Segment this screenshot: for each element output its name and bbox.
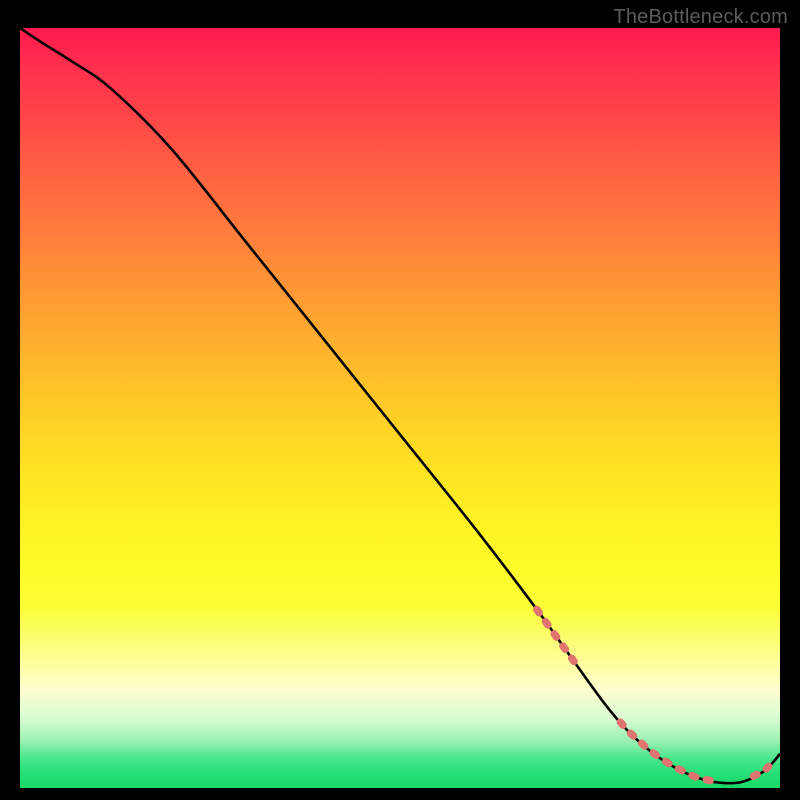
watermark-text: TheBottleneck.com — [613, 6, 788, 29]
chart-stage: TheBottleneck.com — [0, 0, 800, 800]
dash-segment — [620, 722, 711, 781]
curve-layer — [20, 28, 780, 788]
bottleneck-curve — [20, 28, 780, 783]
dash-segment — [753, 766, 768, 776]
plot-area — [20, 28, 780, 788]
curve-highlight-dashes — [537, 609, 769, 781]
